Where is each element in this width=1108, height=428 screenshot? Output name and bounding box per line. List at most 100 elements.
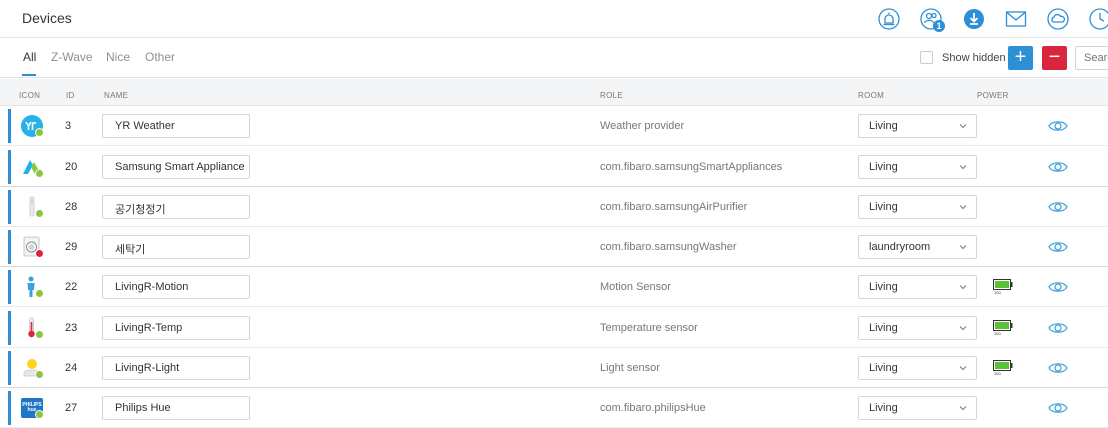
page-title: Devices	[22, 10, 72, 26]
tab-z-wave[interactable]: Z-Wave	[51, 50, 93, 64]
page-header: Devices 1	[0, 0, 1108, 38]
column-name[interactable]: NAME	[104, 91, 128, 100]
status-ok-icon	[35, 410, 44, 419]
battery-icon: 100	[993, 279, 1013, 295]
chevron-down-icon	[959, 202, 967, 210]
room-select[interactable]: Living	[858, 356, 977, 380]
column-power[interactable]: POWER	[977, 91, 1009, 100]
tab-all[interactable]: All	[23, 50, 36, 64]
row-accent-bar	[8, 230, 11, 264]
battery-level: 100	[994, 290, 1001, 295]
table-row[interactable]: 23 LivingR-Temp Temperature sensor Living 10…	[0, 308, 1108, 348]
device-id: 24	[65, 362, 78, 374]
row-divider	[0, 145, 1108, 146]
room-select[interactable]: Living	[858, 396, 977, 420]
room-select[interactable]: Living	[858, 155, 977, 179]
visibility-eye-icon[interactable]	[1048, 240, 1068, 254]
table-row[interactable]: 20 Samsung Smart Appliance com.fibaro.sams…	[0, 147, 1108, 187]
device-id: 22	[65, 281, 78, 293]
alarm-icon[interactable]	[878, 8, 900, 30]
device-name-input[interactable]: LivingR-Motion	[102, 275, 250, 299]
battery-icon: 100	[993, 360, 1013, 376]
device-name-input[interactable]: 공기청정기	[102, 195, 250, 219]
chevron-down-icon	[959, 242, 967, 250]
table-row[interactable]: 24 LivingR-Light Light sensor Living 100	[0, 348, 1108, 388]
status-ok-icon	[35, 330, 44, 339]
visibility-eye-icon[interactable]	[1048, 280, 1068, 294]
device-name-input[interactable]: Philips Hue	[102, 396, 250, 420]
room-select[interactable]: Living	[858, 195, 977, 219]
status-error-icon	[35, 249, 44, 258]
visibility-eye-icon[interactable]	[1048, 321, 1068, 335]
search-input[interactable]	[1075, 46, 1108, 70]
device-id: 23	[65, 322, 78, 334]
visibility-eye-icon[interactable]	[1048, 119, 1068, 133]
room-select-value: Living	[869, 362, 898, 374]
room-select-value: Living	[869, 161, 898, 173]
row-accent-bar	[8, 311, 11, 345]
chevron-down-icon	[959, 162, 967, 170]
column-role[interactable]: ROLE	[600, 91, 623, 100]
users-icon[interactable]: 1	[920, 8, 945, 32]
room-select[interactable]: Living	[858, 316, 977, 340]
room-select-value: Living	[869, 120, 898, 132]
chevron-down-icon	[959, 403, 967, 411]
table-row[interactable]: 29 세탁기 com.fibaro.samsungWasher laundryroom	[0, 227, 1108, 267]
remove-device-button[interactable]: −	[1042, 46, 1067, 70]
column-room[interactable]: ROOM	[858, 91, 884, 100]
visibility-eye-icon[interactable]	[1048, 200, 1068, 214]
device-role: com.fibaro.samsungAirPurifier	[600, 201, 748, 213]
visibility-eye-icon[interactable]	[1048, 361, 1068, 375]
battery-level: 100	[994, 331, 1001, 336]
device-name-input[interactable]: Samsung Smart Appliance	[102, 155, 250, 179]
clock-icon[interactable]	[1089, 8, 1108, 30]
show-hidden-label: Show hidden	[942, 52, 1006, 64]
table-row[interactable]: PHILIPS hue 27 Philips Hue com.fibaro.phili…	[0, 388, 1108, 428]
chevron-down-icon	[959, 363, 967, 371]
status-ok-icon	[35, 370, 44, 379]
status-ok-icon	[35, 289, 44, 298]
room-select[interactable]: Living	[858, 114, 977, 138]
room-select-value: Living	[869, 322, 898, 334]
row-accent-bar	[8, 391, 11, 425]
device-id: 27	[65, 402, 78, 414]
table-header: ICON ID NAME ROLE ROOM POWER	[0, 79, 1108, 106]
battery-level: 100	[994, 371, 1001, 376]
device-role: Light sensor	[600, 362, 660, 374]
chevron-down-icon	[959, 282, 967, 290]
visibility-eye-icon[interactable]	[1048, 160, 1068, 174]
table-row[interactable]: 28 공기청정기 com.fibaro.samsungAirPurifier Livi…	[0, 187, 1108, 227]
visibility-eye-icon[interactable]	[1048, 401, 1068, 415]
status-ok-icon	[35, 128, 44, 137]
table-row[interactable]: 3 YR Weather Weather provider Living	[0, 106, 1108, 146]
device-role: Weather provider	[600, 120, 685, 132]
mail-icon[interactable]	[1005, 8, 1027, 30]
tab-nice[interactable]: Nice	[106, 50, 130, 64]
cloud-icon[interactable]	[1047, 8, 1069, 30]
row-accent-bar	[8, 150, 11, 184]
device-role: Temperature sensor	[600, 322, 698, 334]
add-device-button[interactable]: +	[1008, 46, 1033, 70]
status-ok-icon	[35, 169, 44, 178]
chevron-down-icon	[959, 323, 967, 331]
tab-other[interactable]: Other	[145, 50, 175, 64]
status-ok-icon	[35, 209, 44, 218]
row-accent-bar	[8, 351, 11, 385]
download-icon[interactable]	[963, 8, 985, 30]
column-id[interactable]: ID	[66, 91, 75, 100]
device-name-input[interactable]: 세탁기	[102, 235, 250, 259]
device-role: com.fibaro.philipsHue	[600, 402, 706, 414]
device-id: 20	[65, 161, 78, 173]
table-row[interactable]: 22 LivingR-Motion Motion Sensor Living 100	[0, 267, 1108, 307]
battery-icon: 100	[993, 320, 1013, 336]
room-select[interactable]: Living	[858, 275, 977, 299]
device-name-input[interactable]: YR Weather	[102, 114, 250, 138]
device-id: 28	[65, 201, 78, 213]
device-id: 3	[65, 120, 72, 132]
show-hidden-checkbox[interactable]	[920, 51, 933, 64]
device-name-input[interactable]: LivingR-Light	[102, 356, 250, 380]
room-select[interactable]: laundryroom	[858, 235, 977, 259]
active-tab-indicator	[22, 74, 36, 76]
device-name-input[interactable]: LivingR-Temp	[102, 316, 250, 340]
column-icon[interactable]: ICON	[19, 91, 40, 100]
